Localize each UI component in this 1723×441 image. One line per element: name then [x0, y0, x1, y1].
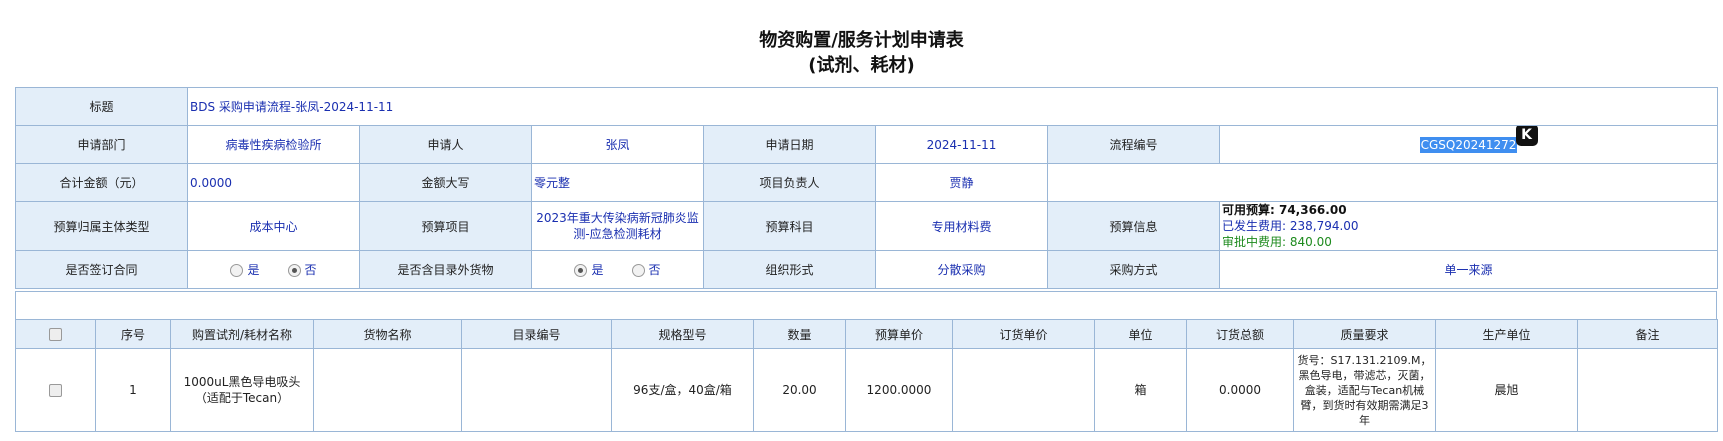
date-value[interactable]: 2024-11-11 [875, 125, 1048, 164]
cell-order-total: 0.0000 [1186, 348, 1294, 432]
spacer-cell [15, 291, 1717, 321]
page-subtitle: (试剂、耗材) [808, 55, 915, 76]
cell-quality[interactable]: 货号：S17.131.2109.M，黑色导电，带滤芯，灭菌，盒装，适配与Teca… [1293, 348, 1436, 432]
col-header: 货物名称 [313, 319, 462, 349]
col-header: 目录编号 [461, 319, 612, 349]
col-header: 数量 [753, 319, 846, 349]
col-header: 备注 [1577, 319, 1718, 349]
contract-yes-label: 是 [247, 263, 260, 277]
radio-icon[interactable] [230, 264, 244, 277]
outside-yes-option[interactable]: 是 [574, 263, 604, 277]
budget-info: 可用预算: 74,366.00 已发生费用: 238,794.00 审批中费用:… [1218, 201, 1719, 251]
cell-budget-price[interactable]: 1200.0000 [845, 348, 953, 432]
budget-available: 可用预算: 74,366.00 [1222, 203, 1347, 217]
cell-goods[interactable] [313, 348, 462, 432]
amount-value[interactable]: 0.0000 [187, 163, 360, 202]
checkbox-icon[interactable] [49, 384, 62, 397]
cell-qty[interactable]: 20.00 [753, 348, 846, 432]
outside-no-label: 否 [648, 263, 661, 277]
budget-project-value[interactable]: 2023年重大传染病新冠肺炎监测-应急检测耗材 [531, 201, 704, 251]
flow-wrap: K CGSQ20241272 [1419, 126, 1538, 153]
amount-upper-value: 零元整 [531, 163, 704, 202]
checkbox-icon[interactable] [49, 328, 62, 341]
col-header: 质量要求 [1293, 319, 1436, 349]
budget-subject-value[interactable]: 专用材料费 [875, 201, 1048, 251]
flow-label: 流程编号 [1047, 125, 1220, 164]
cell-maker[interactable]: 晨旭 [1435, 348, 1578, 432]
radio-icon[interactable] [631, 264, 645, 277]
spacer-row [15, 291, 1717, 321]
budget-project-label: 预算项目 [359, 201, 532, 251]
col-header: 生产单位 [1435, 319, 1578, 349]
select-all-cell [15, 319, 96, 349]
budget-spent: 已发生费用: 238,794.00 [1222, 219, 1359, 233]
row-select-cell [15, 348, 96, 432]
manager-value[interactable]: 贾静 [875, 163, 1048, 202]
cell-index: 1 [95, 348, 171, 432]
flow-value-cell[interactable]: K CGSQ20241272 [1218, 125, 1719, 164]
purchase-value[interactable]: 单一来源 [1218, 250, 1719, 289]
org-value[interactable]: 分散采购 [875, 250, 1048, 289]
col-header: 订货总额 [1186, 319, 1294, 349]
budget-info-label: 预算信息 [1047, 201, 1220, 251]
amount-upper-label: 金额大写 [359, 163, 532, 202]
title-label: 标题 [15, 87, 188, 126]
items-table: 序号 购置试剂/耗材名称 货物名称 目录编号 规格型号 数量 预算单价 订货单价… [15, 319, 1718, 432]
contract-yes-option[interactable]: 是 [230, 263, 260, 277]
manager-label: 项目负责人 [703, 163, 876, 202]
contract-label: 是否签订合同 [15, 250, 188, 289]
applicant-label: 申请人 [359, 125, 532, 164]
org-label: 组织形式 [703, 250, 876, 289]
applicant-value[interactable]: 张凤 [531, 125, 704, 164]
purchase-label: 采购方式 [1047, 250, 1220, 289]
budget-pending: 审批中费用: 840.00 [1222, 235, 1332, 249]
cell-order-price[interactable] [952, 348, 1095, 432]
date-label: 申请日期 [703, 125, 876, 164]
contract-options: 是否 [187, 250, 360, 289]
outside-no-option[interactable]: 否 [631, 263, 661, 277]
empty-cell [1046, 163, 1719, 202]
col-header: 序号 [95, 319, 171, 349]
page-title: 物资购置/服务计划申请表 [759, 30, 964, 51]
title-value[interactable]: BDS 采购申请流程-张凤-2024-11-11 [186, 87, 1719, 126]
table-row[interactable]: 1 1000uL黑色导电吸头（适配于Tecan） 96支/盒，40盒/箱 20.… [15, 348, 1718, 432]
cell-catalog[interactable] [461, 348, 612, 432]
items-header-row: 序号 购置试剂/耗材名称 货物名称 目录编号 规格型号 数量 预算单价 订货单价… [15, 319, 1718, 349]
outside-yes-label: 是 [591, 263, 604, 277]
k-app-icon[interactable]: K [1515, 126, 1538, 146]
outside-options: 是否 [531, 250, 704, 289]
col-header: 单位 [1094, 319, 1187, 349]
col-header: 购置试剂/耗材名称 [170, 319, 314, 349]
dept-value[interactable]: 病毒性疾病检验所 [187, 125, 360, 164]
col-header: 订货单价 [952, 319, 1095, 349]
contract-no-label: 否 [304, 263, 317, 277]
application-form: 标题 BDS 采购申请流程-张凤-2024-11-11 申请部门 病毒性疾病检验… [15, 87, 1719, 289]
outside-label: 是否含目录外货物 [359, 250, 532, 289]
amount-label: 合计金额（元） [15, 163, 188, 202]
budget-subject-label: 预算科目 [703, 201, 876, 251]
radio-icon[interactable] [287, 264, 301, 277]
cell-unit[interactable]: 箱 [1094, 348, 1187, 432]
cell-remark[interactable] [1577, 348, 1718, 432]
cell-name[interactable]: 1000uL黑色导电吸头（适配于Tecan） [170, 348, 314, 432]
budget-type-label: 预算归属主体类型 [15, 201, 188, 251]
cell-spec[interactable]: 96支/盒，40盒/箱 [611, 348, 754, 432]
radio-icon[interactable] [574, 264, 588, 277]
col-header: 预算单价 [845, 319, 953, 349]
col-header: 规格型号 [611, 319, 754, 349]
contract-no-option[interactable]: 否 [287, 263, 317, 277]
budget-type-value[interactable]: 成本中心 [187, 201, 360, 251]
flow-value[interactable]: CGSQ20241272 [1419, 136, 1518, 153]
dept-label: 申请部门 [15, 125, 188, 164]
